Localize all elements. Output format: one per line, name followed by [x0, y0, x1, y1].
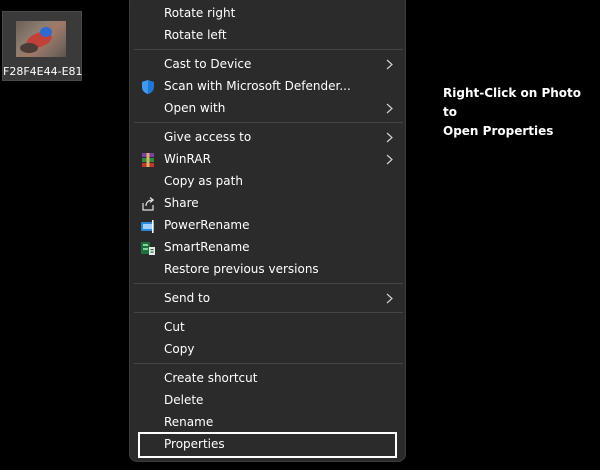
- menu-item-label: Scan with Microsoft Defender...: [164, 79, 351, 93]
- menu-item-label: Copy as path: [164, 174, 243, 188]
- winrar-icon: [142, 153, 154, 167]
- chevron-right-icon: [386, 59, 393, 70]
- chevron-right-icon: [386, 293, 393, 304]
- menu-separator: [134, 312, 403, 313]
- instruction-annotation: Right-Click on Photo to Open Properties: [443, 84, 598, 141]
- share-icon: [142, 197, 155, 211]
- annotation-line-2: Open Properties: [443, 124, 554, 138]
- menu-item-label: Open with: [164, 101, 226, 115]
- menu-item-label: Share: [164, 196, 199, 210]
- menu-separator: [134, 363, 403, 364]
- chevron-right-icon: [386, 132, 393, 143]
- smartrename-icon: [141, 242, 155, 255]
- menu-item-send-to[interactable]: Send to: [130, 288, 405, 310]
- menu-separator: [134, 49, 403, 50]
- desktop-file-photo[interactable]: F28F4E44-E81: [2, 11, 83, 81]
- defender-shield-icon: [142, 80, 154, 94]
- menu-item-label: WinRAR: [164, 152, 211, 166]
- menu-item-winrar[interactable]: WinRAR: [130, 149, 405, 171]
- menu-item-copy-as-path[interactable]: Copy as path: [130, 171, 405, 193]
- menu-item-label: Restore previous versions: [164, 262, 319, 276]
- menu-item-label: Copy: [164, 342, 195, 356]
- menu-item-copy[interactable]: Copy: [130, 339, 405, 361]
- menu-separator: [134, 283, 403, 284]
- menu-item-properties[interactable]: Properties: [130, 434, 405, 456]
- menu-item-label: Give access to: [164, 130, 252, 144]
- chevron-right-icon: [386, 154, 393, 165]
- menu-item-label: PowerRename: [164, 218, 250, 232]
- menu-item-powerrename[interactable]: PowerRename: [130, 215, 405, 237]
- menu-item-restore-previous-versions[interactable]: Restore previous versions: [130, 259, 405, 281]
- menu-item-label: SmartRename: [164, 240, 250, 254]
- menu-item-rename[interactable]: Rename: [130, 412, 405, 434]
- menu-item-label: Send to: [164, 291, 211, 305]
- chevron-right-icon: [386, 103, 393, 114]
- menu-item-give-access[interactable]: Give access to: [130, 127, 405, 149]
- menu-item-share[interactable]: Share: [130, 193, 405, 215]
- menu-item-rotate-left[interactable]: Rotate left: [130, 25, 405, 47]
- menu-item-cast-to-device[interactable]: Cast to Device: [130, 54, 405, 76]
- annotation-line-1: Right-Click on Photo to: [443, 86, 582, 119]
- menu-item-label: Properties: [164, 437, 225, 451]
- desktop: F28F4E44-E81 Rotate right Rotate left Ca…: [0, 0, 600, 470]
- menu-item-label: Delete: [164, 393, 204, 407]
- menu-item-delete[interactable]: Delete: [130, 390, 405, 412]
- menu-separator: [134, 122, 403, 123]
- menu-item-open-with[interactable]: Open with: [130, 98, 405, 120]
- file-name-label: F28F4E44-E81: [3, 65, 83, 78]
- context-menu: Rotate right Rotate left Cast to Device …: [129, 0, 406, 462]
- menu-item-label: Rotate left: [164, 28, 227, 42]
- menu-item-label: Cast to Device: [164, 57, 252, 71]
- menu-item-create-shortcut[interactable]: Create shortcut: [130, 368, 405, 390]
- menu-item-smartrename[interactable]: SmartRename: [130, 237, 405, 259]
- menu-item-scan-defender[interactable]: Scan with Microsoft Defender...: [130, 76, 405, 98]
- menu-item-cut[interactable]: Cut: [130, 317, 405, 339]
- menu-item-label: Create shortcut: [164, 371, 258, 385]
- menu-item-label: Cut: [164, 320, 185, 334]
- menu-item-label: Rotate right: [164, 6, 236, 20]
- photo-thumbnail: [16, 21, 66, 57]
- powerrename-icon: [141, 220, 154, 233]
- menu-item-rotate-right[interactable]: Rotate right: [130, 3, 405, 25]
